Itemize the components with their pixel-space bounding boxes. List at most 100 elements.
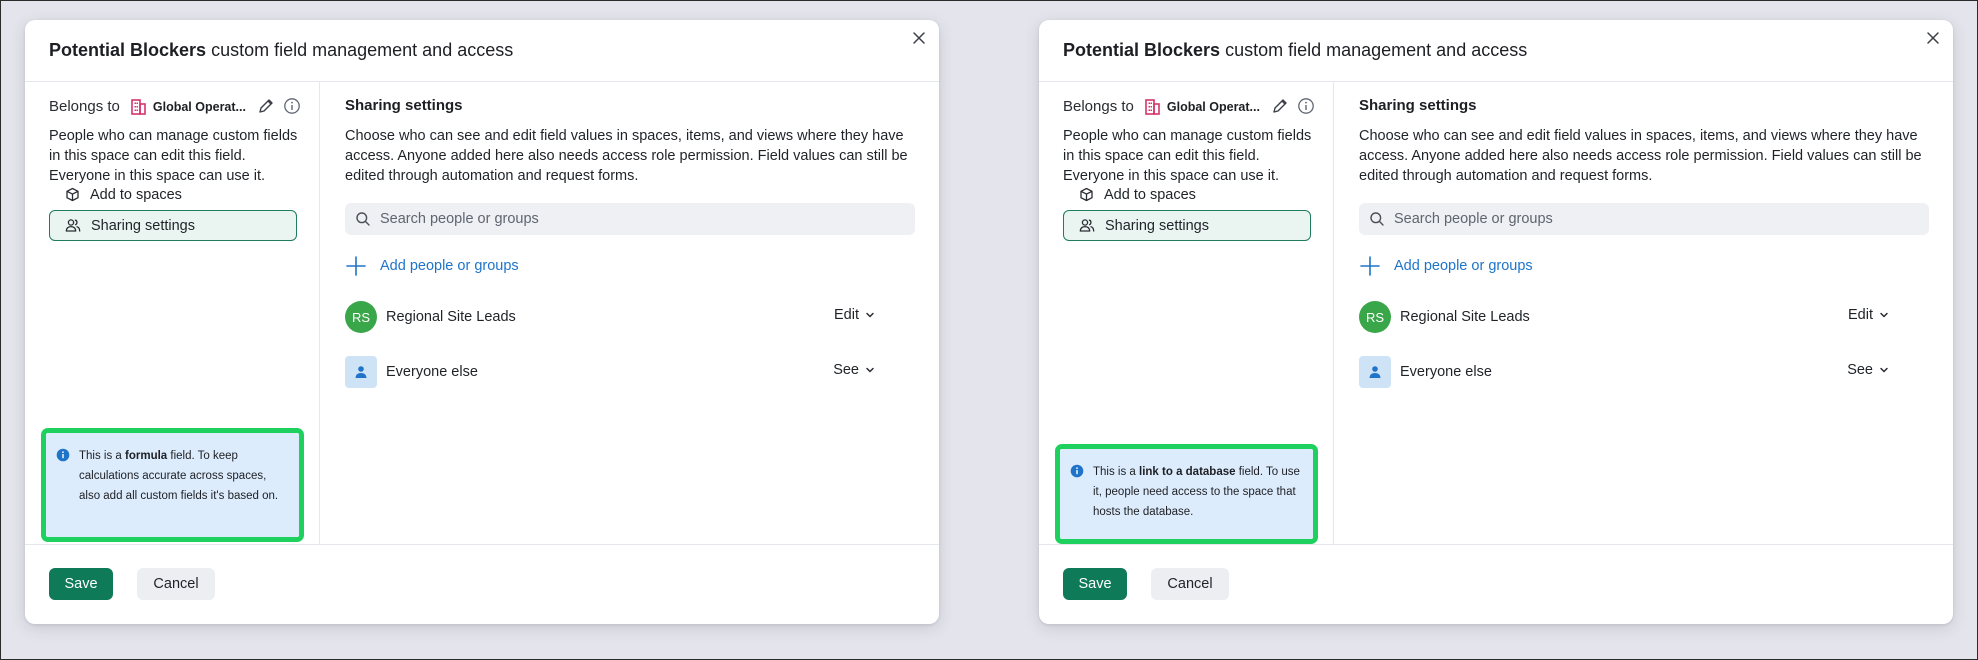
person-icon xyxy=(355,366,367,378)
pencil-icon[interactable] xyxy=(1271,97,1289,115)
people-icon xyxy=(1079,218,1095,234)
close-button[interactable] xyxy=(1921,26,1945,50)
save-button[interactable]: Save xyxy=(1063,568,1127,600)
dialog-header: Potential Blockers custom field manageme… xyxy=(25,20,939,82)
person-row: Everyone else See xyxy=(1359,356,1909,388)
permission-dropdown[interactable]: See xyxy=(1847,362,1889,378)
callout-text: This is a formula field. To keep calcula… xyxy=(79,446,289,506)
building-icon xyxy=(1145,99,1160,115)
building-icon xyxy=(131,99,146,115)
chevron-down-icon xyxy=(1880,312,1888,318)
person-name: Regional Site Leads xyxy=(386,309,516,325)
belongs-to-label: Belongs to xyxy=(1063,98,1134,115)
section-title: Sharing settings xyxy=(345,97,463,114)
save-button[interactable]: Save xyxy=(49,568,113,600)
info-icon xyxy=(1070,464,1084,478)
field-name: Potential Blockers xyxy=(1063,40,1221,60)
left-panel: Belongs to Global Operat... People who c… xyxy=(25,82,320,544)
plus-icon xyxy=(1360,256,1380,276)
sharing-settings-panel: Sharing settings Choose who can see and … xyxy=(1335,82,1953,544)
permission-value: See xyxy=(1847,362,1873,378)
add-people-button[interactable]: Add people or groups xyxy=(1359,255,1533,277)
person-row: RS Regional Site Leads Edit xyxy=(345,301,895,333)
field-management-dialog: Potential Blockers custom field manageme… xyxy=(1039,20,1953,624)
dialog-title: Potential Blockers custom field manageme… xyxy=(49,40,513,61)
avatar xyxy=(345,356,377,388)
callout-text-start: This is a xyxy=(1093,466,1140,478)
nav-add-to-spaces[interactable]: Add to spaces xyxy=(49,179,297,210)
belongs-to-label: Belongs to xyxy=(49,98,120,115)
info-icon[interactable] xyxy=(283,97,301,115)
person-row: RS Regional Site Leads Edit xyxy=(1359,301,1909,333)
plus-icon xyxy=(346,256,366,276)
permission-value: Edit xyxy=(1848,307,1873,323)
search-icon xyxy=(356,212,370,226)
nav-label: Add to spaces xyxy=(1104,186,1196,203)
callout-text: This is a link to a database field. To u… xyxy=(1093,462,1303,522)
person-icon xyxy=(1369,366,1381,378)
close-icon xyxy=(913,32,925,44)
close-icon xyxy=(1927,32,1939,44)
permission-value: See xyxy=(833,362,859,378)
info-callout: This is a link to a database field. To u… xyxy=(1060,449,1313,539)
search-field[interactable] xyxy=(1359,203,1929,235)
add-people-label: Add people or groups xyxy=(380,258,519,274)
section-description: Choose who can see and edit field values… xyxy=(1359,128,1922,184)
person-name: Regional Site Leads xyxy=(1400,309,1530,325)
info-icon[interactable] xyxy=(1297,97,1315,115)
nav-label: Sharing settings xyxy=(91,217,195,234)
avatar: RS xyxy=(345,301,377,333)
dialog-header: Potential Blockers custom field manageme… xyxy=(1039,20,1953,82)
field-name: Potential Blockers xyxy=(49,40,207,60)
dialog-title: Potential Blockers custom field manageme… xyxy=(1063,40,1527,61)
field-type: link to a database xyxy=(1139,466,1236,478)
sharing-settings-panel: Sharing settings Choose who can see and … xyxy=(321,82,939,544)
callout-text-start: This is a xyxy=(79,450,126,462)
screenshot-frame: Potential Blockers custom field manageme… xyxy=(0,0,1978,660)
field-type: formula xyxy=(125,450,168,462)
person-name: Everyone else xyxy=(1400,364,1492,380)
people-icon xyxy=(65,218,81,234)
add-people-button[interactable]: Add people or groups xyxy=(345,255,519,277)
close-button[interactable] xyxy=(907,26,931,50)
chevron-down-icon xyxy=(866,312,874,318)
permission-dropdown[interactable]: Edit xyxy=(1848,307,1889,323)
nav-add-to-spaces[interactable]: Add to spaces xyxy=(1063,179,1311,210)
dialog-footer: Save Cancel xyxy=(25,544,939,624)
avatar xyxy=(1359,356,1391,388)
cube-icon xyxy=(64,187,80,203)
pencil-icon[interactable] xyxy=(257,97,275,115)
highlight-box: This is a link to a database field. To u… xyxy=(1055,444,1318,544)
add-people-label: Add people or groups xyxy=(1394,258,1533,274)
belongs-to-row: Belongs to Global Operat... xyxy=(49,98,300,115)
cancel-button[interactable]: Cancel xyxy=(137,568,215,600)
permission-value: Edit xyxy=(834,307,859,323)
field-management-dialog: Potential Blockers custom field manageme… xyxy=(25,20,939,624)
chevron-down-icon xyxy=(1880,367,1888,373)
section-description: Choose who can see and edit field values… xyxy=(345,128,908,184)
permission-dropdown[interactable]: See xyxy=(833,362,875,378)
person-name: Everyone else xyxy=(386,364,478,380)
cancel-button[interactable]: Cancel xyxy=(1151,568,1229,600)
nav-label: Add to spaces xyxy=(90,186,182,203)
search-field[interactable] xyxy=(345,203,915,235)
avatar: RS xyxy=(1359,301,1391,333)
permission-dropdown[interactable]: Edit xyxy=(834,307,875,323)
search-input[interactable] xyxy=(1394,211,1914,227)
left-panel: Belongs to Global Operat... People who c… xyxy=(1039,82,1334,544)
title-suffix: custom field management and access xyxy=(206,40,514,60)
highlight-box: This is a formula field. To keep calcula… xyxy=(41,428,304,542)
left-description: People who can manage custom fields in t… xyxy=(49,128,298,184)
space-name[interactable]: Global Operat... xyxy=(1167,100,1271,114)
nav-label: Sharing settings xyxy=(1105,217,1209,234)
info-icon xyxy=(56,448,70,462)
space-name[interactable]: Global Operat... xyxy=(153,100,257,114)
nav-sharing-settings[interactable]: Sharing settings xyxy=(49,210,297,241)
dialog-footer: Save Cancel xyxy=(1039,544,1953,624)
belongs-to-row: Belongs to Global Operat... xyxy=(1063,98,1314,115)
info-callout: This is a formula field. To keep calcula… xyxy=(46,433,299,537)
person-row: Everyone else See xyxy=(345,356,895,388)
search-input[interactable] xyxy=(380,211,900,227)
nav-sharing-settings[interactable]: Sharing settings xyxy=(1063,210,1311,241)
cube-icon xyxy=(1078,187,1094,203)
